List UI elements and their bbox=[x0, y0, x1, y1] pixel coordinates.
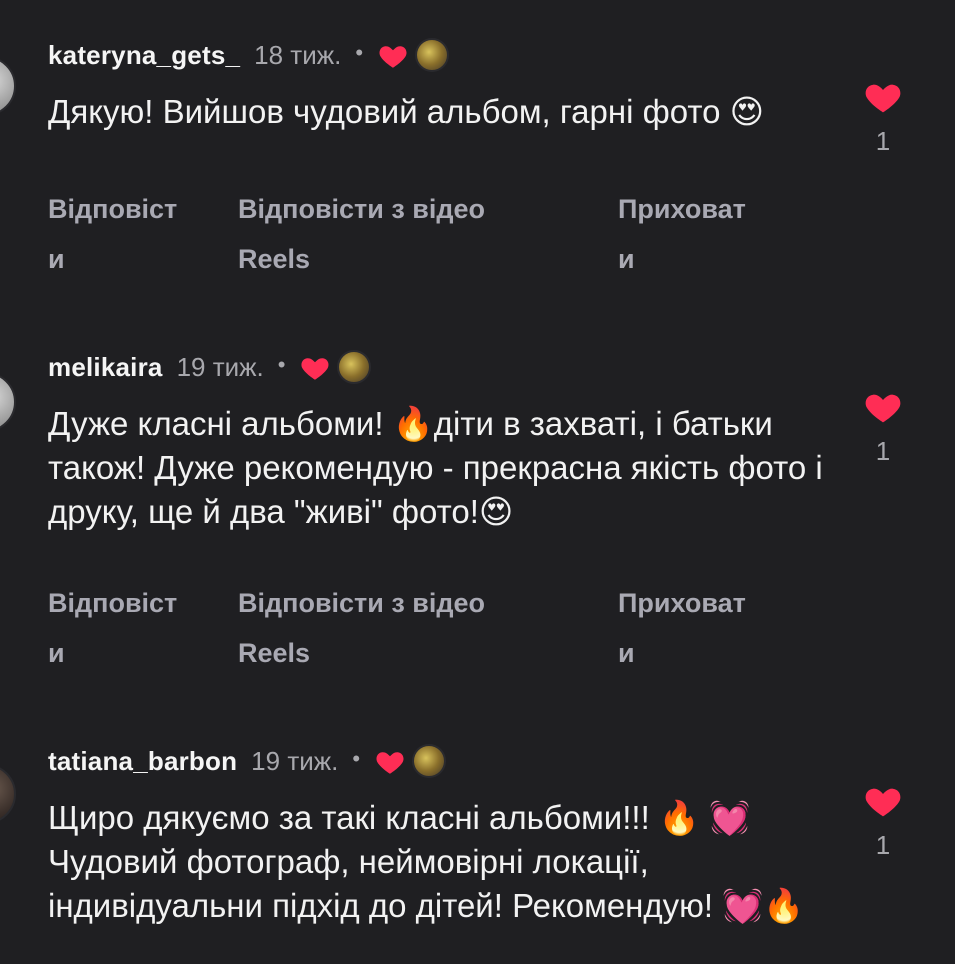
hide-button[interactable]: Приховат и bbox=[618, 184, 746, 284]
comment-actions: Відповіст и Відповісти з відео Reels При… bbox=[48, 184, 808, 294]
commenter-avatar[interactable] bbox=[0, 56, 16, 116]
like-count[interactable]: 1 bbox=[858, 436, 908, 467]
separator-dot: • bbox=[355, 40, 364, 65]
like-heart-icon[interactable] bbox=[863, 388, 903, 424]
comment-meta: kateryna_gets_ 18 тиж. • bbox=[48, 38, 450, 72]
reply-button[interactable]: Відповіст и bbox=[48, 578, 177, 678]
like-column: 1 bbox=[858, 388, 908, 467]
like-column: 1 bbox=[858, 782, 908, 861]
comment-time: 19 тиж. bbox=[251, 745, 339, 776]
like-heart-icon[interactable] bbox=[863, 78, 903, 114]
comment-meta: melikaira 19 тиж. • bbox=[48, 350, 372, 384]
comment-actions: Відповіст и Відповісти з відео Reels При… bbox=[48, 578, 808, 688]
separator-dot: • bbox=[352, 746, 361, 771]
comment-time: 18 тиж. bbox=[254, 39, 342, 70]
username[interactable]: melikaira bbox=[48, 352, 163, 383]
commenter-avatar[interactable] bbox=[0, 764, 16, 824]
comment-text: Щиро дякуємо за такі класні альбоми!!! 🔥… bbox=[48, 799, 805, 924]
like-count[interactable]: 1 bbox=[858, 830, 908, 861]
commenter-avatar[interactable] bbox=[0, 372, 16, 432]
heart-icon bbox=[301, 358, 329, 380]
reply-with-video-button[interactable]: Відповісти з відео Reels bbox=[238, 184, 485, 284]
creator-avatar-icon bbox=[415, 38, 450, 72]
reply-button[interactable]: Відповіст и bbox=[48, 184, 177, 284]
creator-like bbox=[374, 744, 447, 778]
like-column: 1 bbox=[858, 78, 908, 157]
separator-dot: • bbox=[277, 352, 286, 377]
comment-text: Дякую! Вийшов чудовий альбом, гарні фото… bbox=[48, 93, 765, 130]
reply-with-video-button[interactable]: Відповісти з відео Reels bbox=[238, 578, 485, 678]
creator-avatar-icon bbox=[412, 744, 447, 778]
creator-like bbox=[299, 350, 372, 384]
comment-meta: tatiana_barbon 19 тиж. • bbox=[48, 744, 447, 778]
like-heart-icon[interactable] bbox=[863, 782, 903, 818]
username[interactable]: kateryna_gets_ bbox=[48, 40, 240, 71]
hide-button[interactable]: Приховат и bbox=[618, 578, 746, 678]
like-count[interactable]: 1 bbox=[858, 126, 908, 157]
creator-like bbox=[377, 38, 450, 72]
comment-time: 19 тиж. bbox=[176, 351, 264, 382]
creator-avatar-icon bbox=[337, 350, 372, 384]
heart-icon bbox=[379, 46, 407, 68]
heart-icon bbox=[376, 752, 404, 774]
comment-text: Дуже класні альбоми! 🔥діти в захваті, і … bbox=[48, 405, 823, 530]
username[interactable]: tatiana_barbon bbox=[48, 746, 237, 777]
